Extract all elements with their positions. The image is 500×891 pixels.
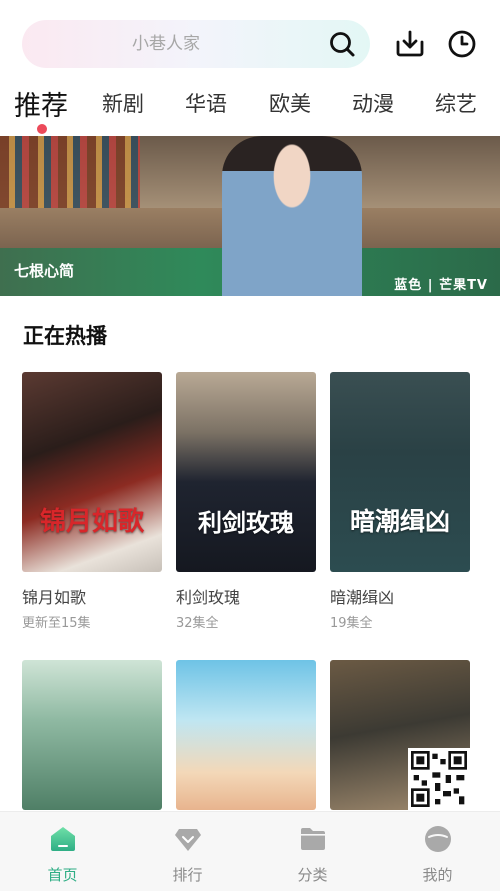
show-card[interactable] (22, 660, 162, 810)
banner-brand: 蓝色 | 芒果TV (394, 278, 488, 293)
show-status: 32集全 (176, 616, 219, 631)
show-poster[interactable] (22, 660, 162, 810)
tab-new-drama[interactable]: 新剧 (102, 88, 144, 118)
home-icon (51, 827, 75, 851)
category-tabs: 推荐 新剧 华语 欧美 动漫 综艺 (0, 80, 500, 135)
bottom-navigation: 首页 排行 分类 我的 (0, 811, 500, 891)
show-card[interactable]: 暗潮缉凶 暗潮缉凶 19集全 (330, 372, 470, 631)
poster-title: 暗潮缉凶 (349, 507, 450, 536)
download-icon[interactable] (394, 28, 426, 60)
show-title: 暗潮缉凶 (330, 588, 395, 607)
show-card[interactable]: 利剑玫瑰 利剑玫瑰 32集全 (176, 372, 316, 631)
nav-category-label: 分类 (297, 866, 328, 884)
nav-ranking-label: 排行 (172, 866, 203, 884)
active-tab-indicator (37, 124, 47, 134)
top-bar: 小巷人家 (0, 0, 500, 80)
nav-ranking[interactable]: 排行 (125, 812, 250, 891)
show-title: 锦月如歌 (22, 588, 87, 607)
show-poster[interactable]: 暗潮缉凶 (330, 372, 470, 572)
tab-anime[interactable]: 动漫 (352, 88, 394, 118)
poster-title: 利剑玫瑰 (198, 508, 294, 537)
banner-title: 七根心简 (14, 262, 75, 280)
category-folder-icon (301, 828, 325, 850)
search-placeholder: 小巷人家 (132, 34, 200, 54)
nav-profile-label: 我的 (422, 866, 453, 884)
nav-category[interactable]: 分类 (250, 812, 375, 891)
nav-home-label: 首页 (47, 866, 78, 884)
tab-recommend[interactable]: 推荐 (14, 84, 68, 123)
show-poster[interactable]: 锦月如歌 (22, 372, 162, 572)
nav-home[interactable]: 首页 (0, 812, 125, 891)
nav-profile[interactable]: 我的 (375, 812, 500, 891)
show-status: 19集全 (330, 616, 373, 631)
search-bar[interactable]: 小巷人家 (22, 20, 370, 68)
tab-variety[interactable]: 综艺 (435, 88, 477, 118)
show-poster[interactable] (176, 660, 316, 810)
banner-character (222, 136, 362, 296)
show-card[interactable]: 锦月如歌 锦月如歌 更新至15集 (22, 372, 162, 631)
show-poster[interactable]: 利剑玫瑰 (176, 372, 316, 572)
show-card[interactable] (176, 660, 316, 810)
tab-western[interactable]: 欧美 (269, 88, 311, 118)
tab-chinese[interactable]: 华语 (185, 88, 227, 118)
qr-code (408, 748, 470, 810)
profile-icon (425, 826, 451, 852)
show-status: 更新至15集 (22, 616, 91, 631)
section-title: 正在热播 (23, 324, 107, 348)
search-icon[interactable] (328, 30, 356, 58)
show-title: 利剑玫瑰 (176, 588, 241, 607)
featured-banner[interactable]: 七根心简 蓝色 | 芒果TV (0, 136, 500, 296)
poster-title: 锦月如歌 (39, 507, 144, 537)
ranking-icon (175, 829, 201, 851)
history-icon[interactable] (446, 28, 478, 60)
